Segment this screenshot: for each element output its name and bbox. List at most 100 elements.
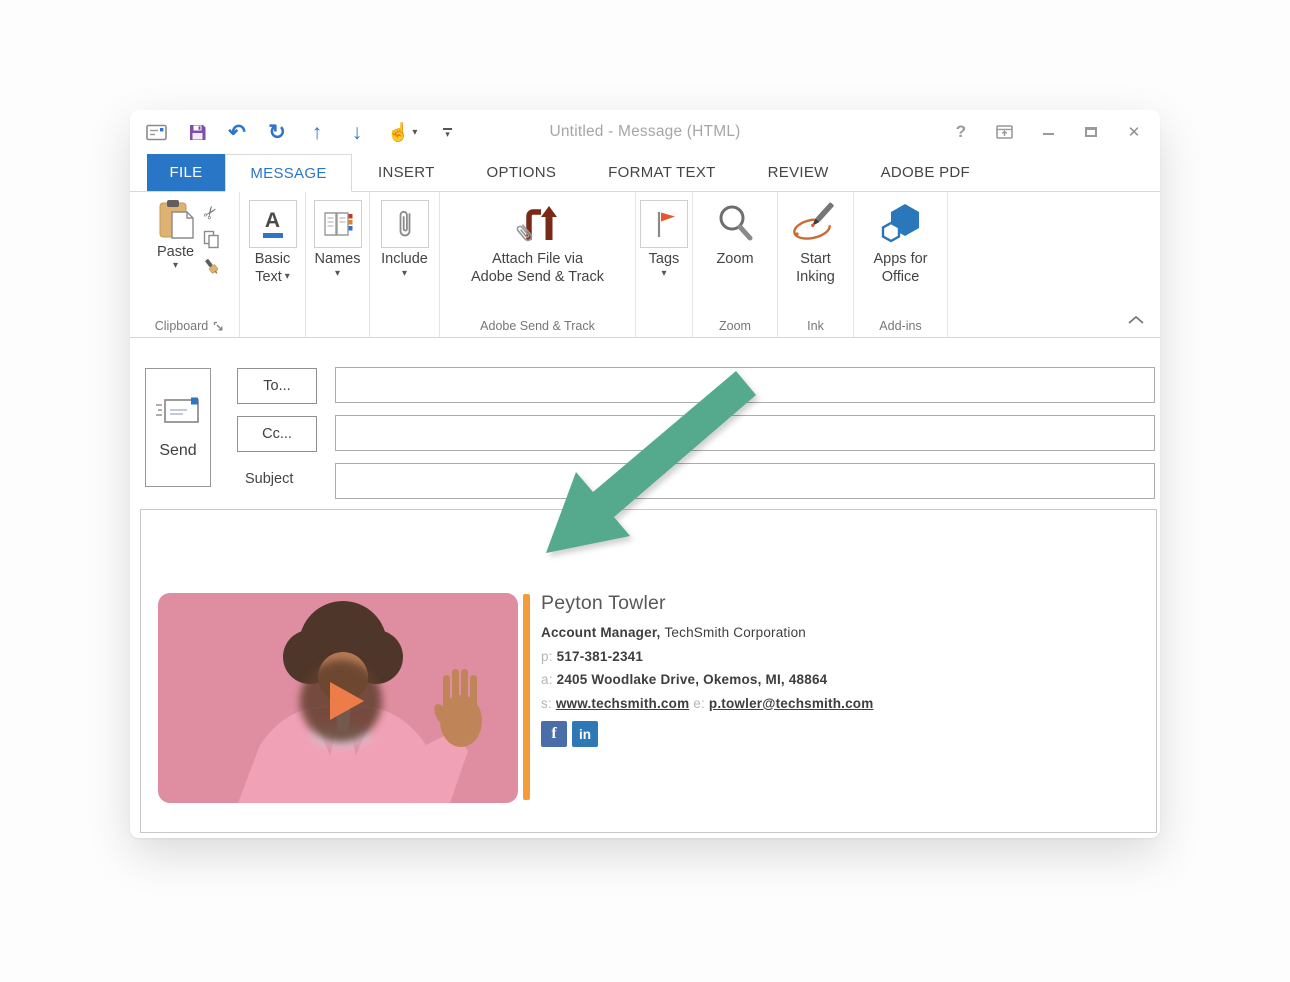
tab-format-text[interactable]: FORMAT TEXT [582,154,741,191]
address-value: 2405 Woodlake Drive, Okemos, MI, 48864 [557,672,828,687]
quick-access-toolbar: ↶ ↻ ↑ ↓ ☝ ▾ ▾ [146,110,457,154]
group-addins: Apps for Office Add-ins [854,192,948,337]
save-icon[interactable] [187,119,207,145]
scissors-glyph: ✂ [199,201,224,224]
to-input[interactable] [335,367,1155,403]
paste-label: Paste [157,244,194,260]
chevron-down-icon: ▾ [285,271,290,283]
flag-icon [640,200,688,248]
phone-label: p: [541,649,553,664]
signature-role-title: Account Manager, [541,625,660,640]
names-button[interactable]: Names ▾ [314,198,362,280]
signature-block: Peyton Towler Account Manager,TechSmith … [541,592,873,747]
close-icon[interactable]: ✕ [1126,121,1142,143]
customize-quick-access-toolbar-icon[interactable]: ▾ [437,119,457,145]
chevron-down-icon: ▾ [412,127,417,138]
signature-accent-bar [523,594,530,800]
tab-adobe-pdf[interactable]: ADOBE PDF [855,154,996,191]
facebook-icon[interactable]: f [541,721,567,747]
signature-social-icons: f in [541,721,873,747]
start-inking-button[interactable]: Start Inking [790,198,842,286]
signature-address-row: a: 2405 Woodlake Drive, Okemos, MI, 4886… [541,668,873,692]
group-names: Names ▾ [306,192,370,337]
undo-icon[interactable]: ↶ [227,119,247,145]
inking-pen-icon [790,198,842,250]
message-window-icon [146,119,167,145]
group-include: Include ▾ [370,192,440,337]
chevron-down-icon: ▾ [335,268,340,280]
group-ink: Start Inking Ink [778,192,854,337]
tab-insert[interactable]: INSERT [352,154,461,191]
minimize-icon[interactable] [1040,121,1056,143]
signature-phone-row: p: 517-381-2341 [541,645,873,669]
signature-company: TechSmith Corporation [664,625,806,640]
attach-label-2: Adobe Send & Track [471,268,604,286]
window-controls: ? ✕ [953,110,1142,154]
website-link[interactable]: www.techsmith.com [556,696,689,711]
start-inking-label-2: Inking [796,268,835,286]
chevron-down-icon: ▾ [173,260,178,272]
send-envelope-icon [155,396,201,426]
email-label: e: [693,696,705,711]
zoom-button[interactable]: Zoom [714,198,756,268]
basic-text-button[interactable]: A Basic Text▾ [249,198,297,286]
zoom-label: Zoom [716,250,753,268]
basic-text-label-1: Basic [255,250,290,268]
chevron-down-icon: ▾ [445,132,450,136]
names-label: Names [315,250,361,268]
signature-role: Account Manager, TechSmith Corporation [541,621,873,645]
attach-label-1: Attach File via [492,250,583,268]
magnifier-icon [714,198,756,250]
send-button[interactable]: Send [145,368,211,487]
email-link[interactable]: p.towler@techsmith.com [709,696,874,711]
tab-message[interactable]: MESSAGE [225,154,352,192]
ribbon-display-options-icon[interactable] [996,121,1013,143]
cut-icon[interactable]: ✂ [201,202,223,224]
attach-file-adobe-button[interactable]: Attach File via Adobe Send & Track [471,198,604,286]
touch-mouse-mode-icon[interactable]: ☝ ▾ [387,119,417,145]
signature-links-row: s: www.techsmith.com e: p.towler@techsmi… [541,692,873,716]
maximize-box [1085,127,1097,137]
address-book-icon [314,200,362,248]
outlook-message-window: ↶ ↻ ↑ ↓ ☝ ▾ ▾ Untitled - Message (HTML) … [130,110,1160,838]
previous-item-icon[interactable]: ↑ [307,119,327,145]
linkedin-icon[interactable]: in [572,721,598,747]
page: ↶ ↻ ↑ ↓ ☝ ▾ ▾ Untitled - Message (HTML) … [0,0,1290,982]
format-painter-icon[interactable] [201,256,223,278]
message-header: Send To... Cc... Subject [130,338,1160,509]
copy-icon[interactable] [201,229,223,251]
signature-video-thumbnail[interactable] [158,593,518,803]
group-tags: Tags ▾ [636,192,693,337]
address-label: a: [541,672,553,687]
tab-review[interactable]: REVIEW [742,154,855,191]
ribbon: Paste ▾ ✂ Clipboard [130,192,1160,338]
redo-icon[interactable]: ↻ [267,119,287,145]
cc-button[interactable]: Cc... [237,416,317,452]
help-icon[interactable]: ? [953,121,969,143]
tags-button[interactable]: Tags ▾ [640,198,688,280]
next-item-icon[interactable]: ↓ [347,119,367,145]
clipboard-group-label: Clipboard [155,319,209,333]
apps-label-2: Office [882,268,920,286]
tags-label: Tags [649,250,680,268]
collapse-ribbon-icon[interactable] [1128,311,1144,329]
group-basic-text: A Basic Text▾ [240,192,306,337]
paste-clipboard-icon [157,198,195,244]
to-button[interactable]: To... [237,368,317,404]
clipboard-dialog-launcher-icon[interactable] [213,321,224,332]
send-label: Send [159,442,196,460]
maximize-icon[interactable] [1083,121,1099,143]
hand-pointer-glyph: ☝ [387,123,409,141]
tab-options[interactable]: OPTIONS [461,154,583,191]
cc-input[interactable] [335,415,1155,451]
include-button[interactable]: Include ▾ [381,198,429,280]
group-clipboard: Paste ▾ ✂ Clipboard [140,192,240,337]
paperclip-icon [381,200,429,248]
paste-button[interactable]: Paste ▾ [157,198,195,272]
tab-file[interactable]: FILE [147,154,225,191]
apps-label-1: Apps for [874,250,928,268]
apps-for-office-button[interactable]: Apps for Office [874,198,928,286]
subject-input[interactable] [335,463,1155,499]
message-body[interactable]: Peyton Towler Account Manager,TechSmith … [140,509,1157,833]
adobe-group-label: Adobe Send & Track [480,319,595,333]
